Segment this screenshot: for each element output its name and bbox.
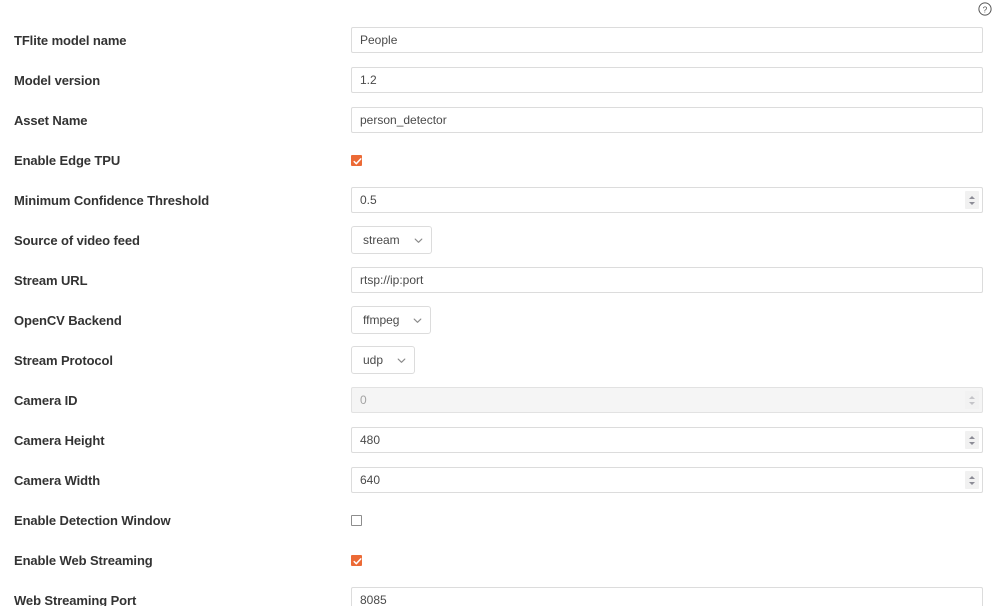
control-source-of-video-feed: stream xyxy=(351,226,1002,254)
chevron-down-icon[interactable] xyxy=(413,316,422,325)
control-camera-id xyxy=(351,387,1002,413)
number-field-minimum-confidence-threshold xyxy=(351,187,983,213)
input-camera-id xyxy=(351,387,983,413)
input-stream-url[interactable] xyxy=(351,267,983,293)
label-camera-height: Camera Height xyxy=(14,432,105,448)
label-web-streaming-port: Web Streaming Port xyxy=(14,592,137,606)
input-tflite-model-name[interactable] xyxy=(351,27,983,53)
label-camera-id: Camera ID xyxy=(14,392,78,408)
select-stream-protocol[interactable]: udp xyxy=(351,346,416,374)
form-row-web-streaming-port: Web Streaming Port xyxy=(0,580,1002,606)
label-camera-width: Camera Width xyxy=(14,472,101,488)
form-row-asset-name: Asset Name xyxy=(0,100,1002,140)
form-row-camera-id: Camera ID xyxy=(0,380,1002,420)
number-spinner[interactable] xyxy=(965,471,979,489)
control-asset-name xyxy=(351,107,1002,133)
control-model-version xyxy=(351,67,1002,93)
select-value-source-of-video-feed: stream xyxy=(363,233,400,247)
label-enable-detection-window: Enable Detection Window xyxy=(14,512,171,528)
select-source-of-video-feed[interactable]: stream xyxy=(351,226,432,254)
label-source-of-video-feed: Source of video feed xyxy=(14,232,140,248)
form-row-model-version: Model version xyxy=(0,60,1002,100)
spinner-down-icon[interactable] xyxy=(969,201,975,205)
control-camera-height xyxy=(351,427,1002,453)
checkmark-icon xyxy=(353,557,362,564)
form-row-minimum-confidence-threshold: Minimum Confidence Threshold xyxy=(0,180,1002,220)
control-enable-detection-window xyxy=(351,514,1002,526)
label-enable-web-streaming: Enable Web Streaming xyxy=(14,552,153,568)
checkbox-enable-edge-tpu[interactable] xyxy=(351,154,362,166)
select-value-opencv-backend: ffmpeg xyxy=(363,313,400,327)
control-camera-width xyxy=(351,467,1002,493)
number-field-camera-id xyxy=(351,387,983,413)
chevron-down-icon[interactable] xyxy=(397,356,406,365)
number-spinner xyxy=(965,391,979,409)
control-stream-url xyxy=(351,267,1002,293)
form-row-camera-height: Camera Height xyxy=(0,420,1002,460)
form-row-enable-web-streaming: Enable Web Streaming xyxy=(0,540,1002,580)
number-field-camera-height xyxy=(351,427,983,453)
spinner-up-icon[interactable] xyxy=(969,195,975,199)
control-enable-edge-tpu xyxy=(351,154,1002,166)
input-camera-width[interactable] xyxy=(351,467,983,493)
form-row-enable-detection-window: Enable Detection Window xyxy=(0,500,1002,540)
form-row-camera-width: Camera Width xyxy=(0,460,1002,500)
number-field-camera-width xyxy=(351,467,983,493)
control-tflite-model-name xyxy=(351,27,1002,53)
checkbox-enable-web-streaming[interactable] xyxy=(351,554,362,566)
control-minimum-confidence-threshold xyxy=(351,187,1002,213)
form-row-stream-protocol: Stream Protocol udp xyxy=(0,340,1002,380)
label-stream-protocol: Stream Protocol xyxy=(14,352,113,368)
spinner-up-icon[interactable] xyxy=(969,475,975,479)
form-row-tflite-model-name: TFlite model name xyxy=(0,20,1002,60)
label-minimum-confidence-threshold: Minimum Confidence Threshold xyxy=(14,192,210,208)
select-opencv-backend[interactable]: ffmpeg xyxy=(351,306,432,334)
form-row-opencv-backend: OpenCV Backend ffmpeg xyxy=(0,300,1002,340)
select-value-stream-protocol: udp xyxy=(363,353,384,367)
input-asset-name[interactable] xyxy=(351,107,983,133)
spinner-down-icon[interactable] xyxy=(969,441,975,445)
settings-form: TFlite model name Model version Asset Name… xyxy=(0,20,1002,606)
form-row-stream-url: Stream URL xyxy=(0,260,1002,300)
number-spinner[interactable] xyxy=(965,191,979,209)
input-model-version[interactable] xyxy=(351,67,983,93)
spinner-down-icon[interactable] xyxy=(969,481,975,485)
input-minimum-confidence-threshold[interactable] xyxy=(351,187,983,213)
label-opencv-backend: OpenCV Backend xyxy=(14,312,122,328)
svg-text:?: ? xyxy=(983,4,988,14)
config-form-page: ? TFlite model name Model version Asset Na… xyxy=(0,0,1002,606)
input-web-streaming-port[interactable] xyxy=(351,587,983,606)
checkmark-icon xyxy=(353,157,362,164)
label-enable-edge-tpu: Enable Edge TPU xyxy=(14,152,121,168)
control-web-streaming-port xyxy=(351,587,1002,606)
label-tflite-model-name: TFlite model name xyxy=(14,32,127,48)
chevron-down-icon[interactable] xyxy=(414,236,423,245)
help-circle-icon[interactable]: ? xyxy=(978,2,992,16)
spinner-down-icon xyxy=(969,401,975,405)
form-row-source-of-video-feed: Source of video feed stream xyxy=(0,220,1002,260)
control-enable-web-streaming xyxy=(351,554,1002,566)
number-spinner[interactable] xyxy=(965,431,979,449)
label-asset-name: Asset Name xyxy=(14,112,88,128)
checkbox-enable-detection-window[interactable] xyxy=(351,514,362,526)
control-opencv-backend: ffmpeg xyxy=(351,306,1002,334)
control-stream-protocol: udp xyxy=(351,346,1002,374)
label-model-version: Model version xyxy=(14,72,101,88)
form-row-enable-edge-tpu: Enable Edge TPU xyxy=(0,140,1002,180)
label-stream-url: Stream URL xyxy=(14,272,88,288)
spinner-up-icon[interactable] xyxy=(969,435,975,439)
input-camera-height[interactable] xyxy=(351,427,983,453)
spinner-up-icon xyxy=(969,395,975,399)
